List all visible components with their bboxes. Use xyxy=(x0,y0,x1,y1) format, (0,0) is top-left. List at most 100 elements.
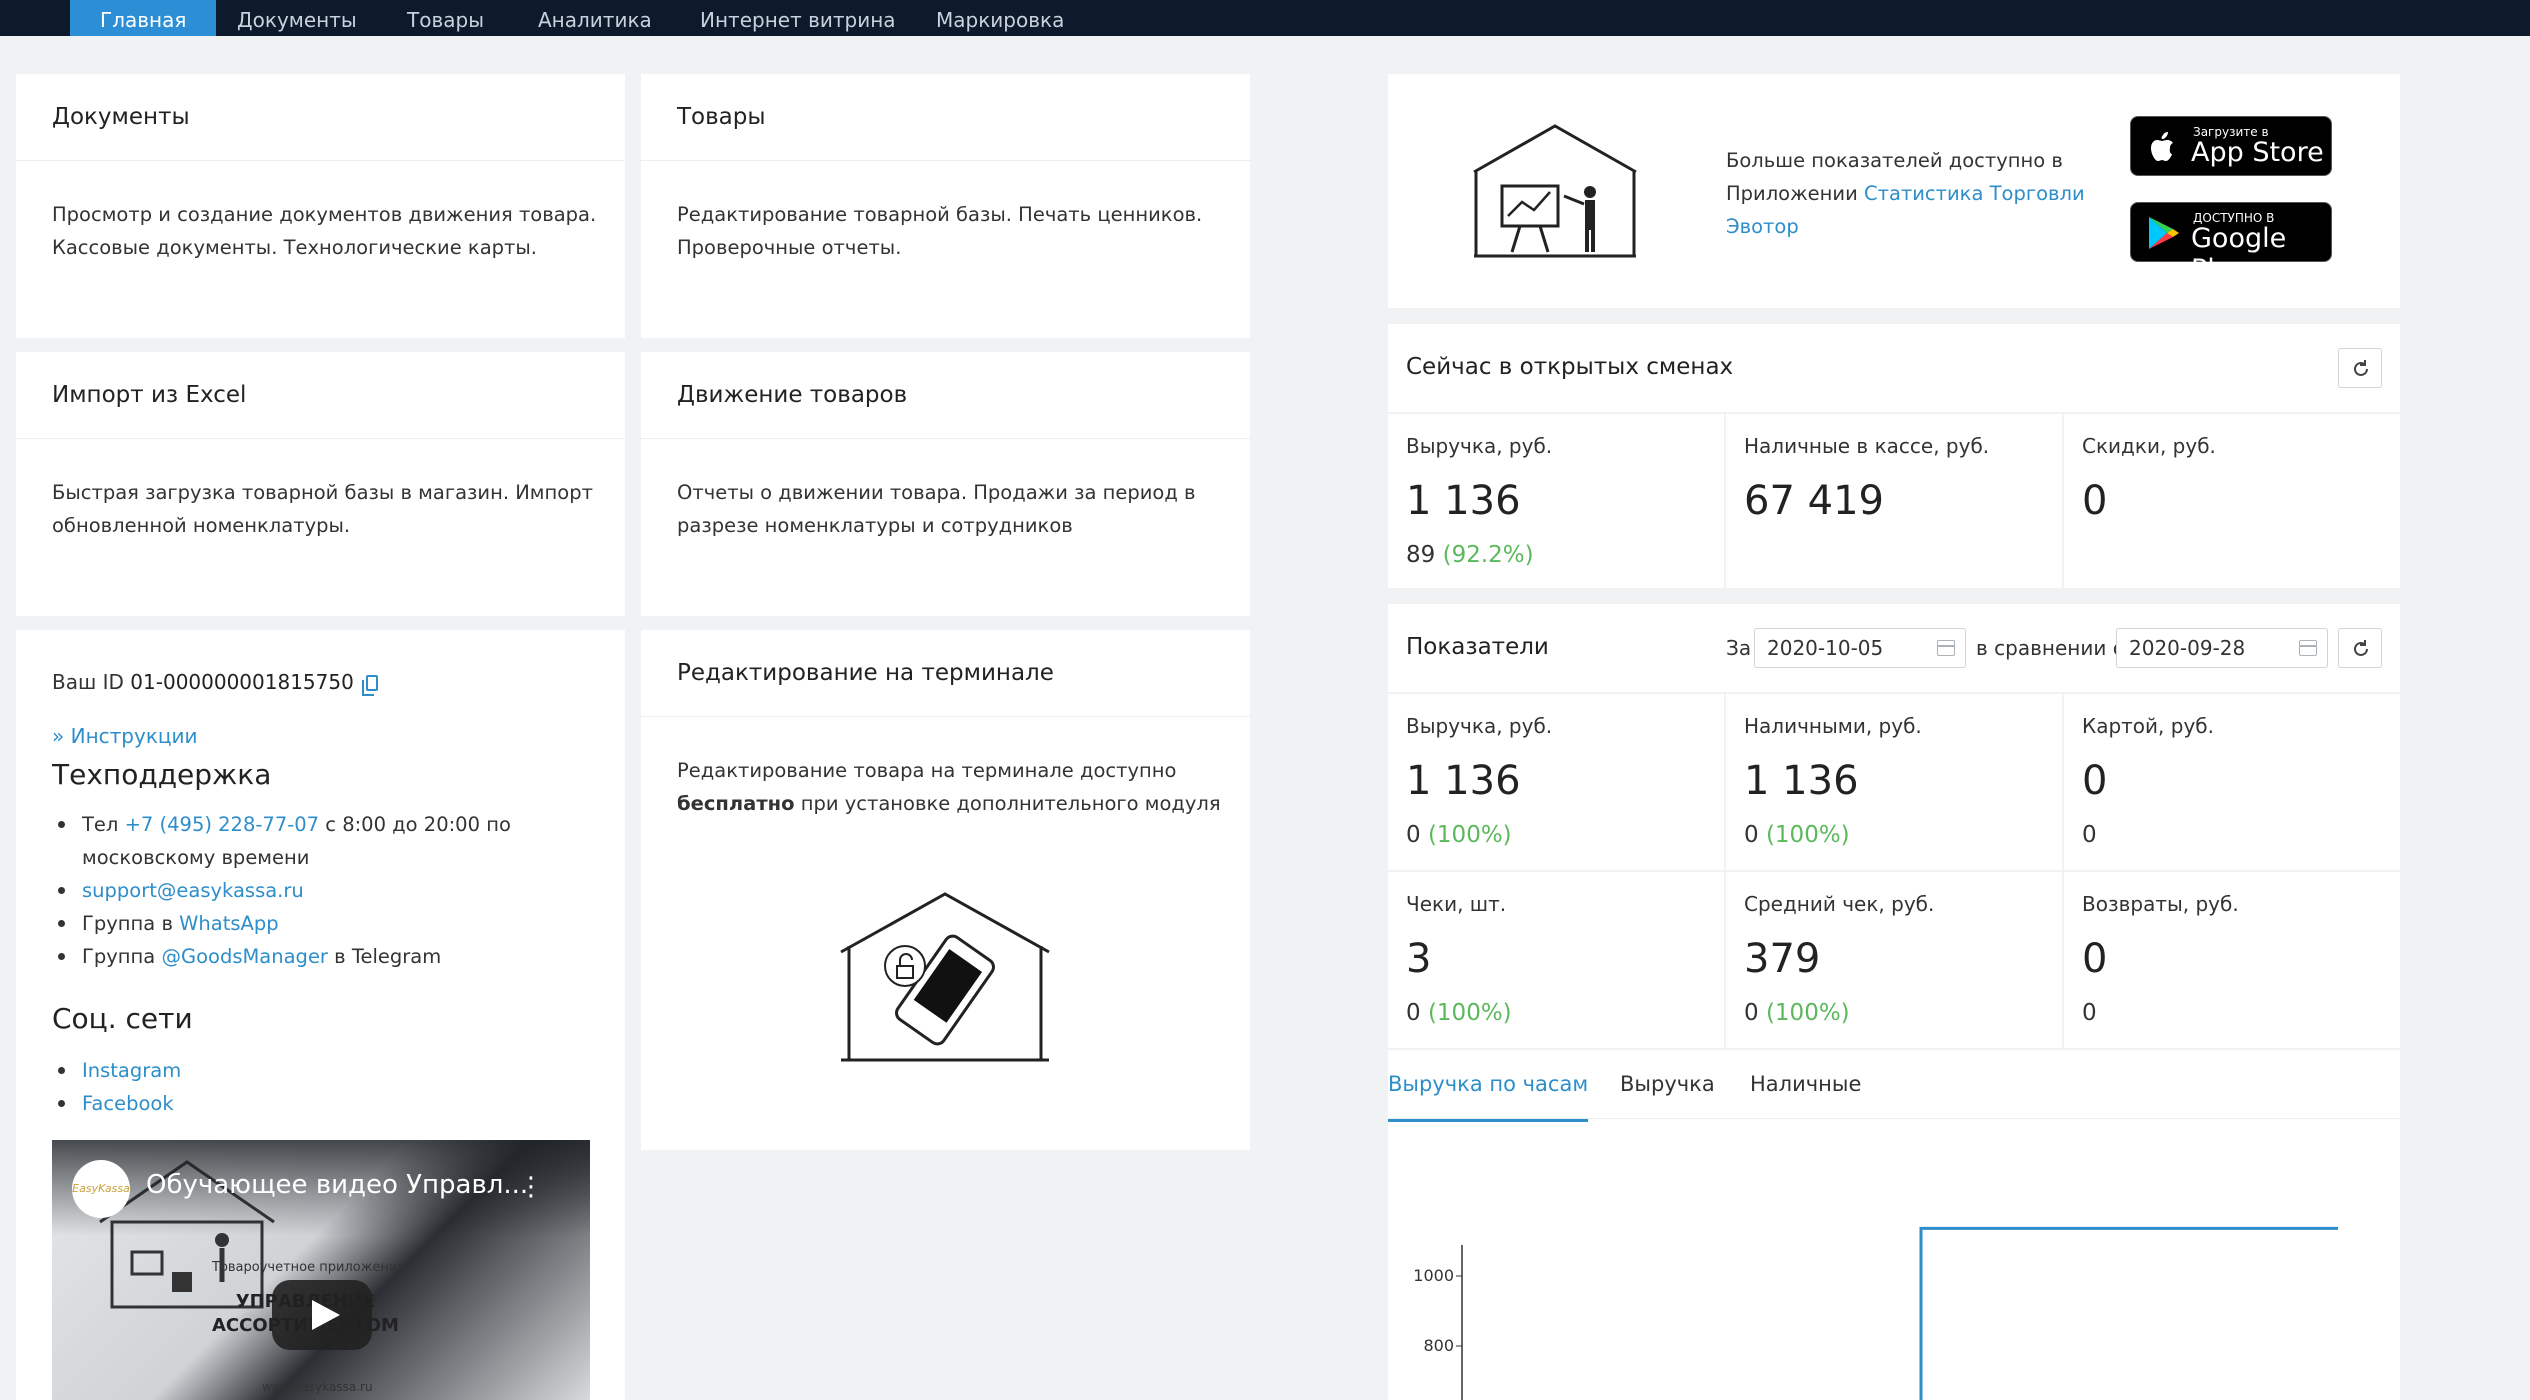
nav-tab-web-store[interactable]: Интернет витрина xyxy=(670,0,926,36)
terminal-editing-card[interactable]: Редактирование на терминале Редактирован… xyxy=(641,630,1250,1150)
calendar-icon[interactable] xyxy=(1937,640,1955,656)
list-item: Instagram xyxy=(52,1054,572,1087)
list-item: Группа в WhatsApp xyxy=(52,907,572,940)
support-card: Ваш ID 01-000000001815750 » Инструкции Т… xyxy=(16,630,625,1400)
metric-label: Наличными, руб. xyxy=(1744,714,1922,738)
indicator-cash-cell: Наличными, руб. 1 136 0 (100%) xyxy=(1726,694,2062,870)
tab-cash[interactable]: Наличные xyxy=(1750,1072,1861,1122)
metric-sub-value: 0 xyxy=(2082,1000,2097,1026)
terminal-house-icon xyxy=(840,892,1050,1062)
metric-sub-percent: (92.2%) xyxy=(1442,542,1534,568)
metric-label: Возвраты, руб. xyxy=(2082,892,2239,916)
social-list: Instagram Facebook xyxy=(52,1054,572,1120)
metric-value: 379 xyxy=(1744,936,1821,982)
revenue-series-line xyxy=(1919,1226,2338,1400)
import-excel-card[interactable]: Импорт из Excel Быстрая загрузка товарно… xyxy=(16,352,625,616)
card-divider xyxy=(641,716,1250,717)
indicators-refresh-button[interactable] xyxy=(2338,628,2382,668)
tab-revenue-by-hour[interactable]: Выручка по часам xyxy=(1388,1072,1589,1122)
more-options-icon[interactable]: ⋮ xyxy=(518,1172,544,1202)
list-item: Тел +7 (495) 228-77-07 с 8:00 до 20:00 п… xyxy=(52,808,572,874)
movement-card-title: Движение товаров xyxy=(677,382,908,408)
documents-card[interactable]: Документы Просмотр и создание документов… xyxy=(16,74,625,338)
calendar-icon[interactable] xyxy=(2299,640,2317,656)
support-contacts-list: Тел +7 (495) 228-77-07 с 8:00 до 20:00 п… xyxy=(52,808,572,973)
user-id-line: Ваш ID 01-000000001815750 xyxy=(52,670,379,696)
video-subtitle-small: Товароучетное приложение xyxy=(212,1260,406,1275)
nav-tab-marking[interactable]: Маркировка xyxy=(906,0,1094,36)
indicator-card-cell: Картой, руб. 0 0 xyxy=(2064,694,2400,870)
facebook-link[interactable]: Facebook xyxy=(82,1092,174,1115)
goods-card-title: Товары xyxy=(677,104,766,130)
training-video-embed[interactable]: EasyKassa Обучающее видео Управл... ⋮ То… xyxy=(52,1140,590,1400)
video-title[interactable]: Обучающее видео Управл... xyxy=(146,1170,528,1200)
card-divider xyxy=(641,438,1250,439)
google-play-icon xyxy=(2149,217,2179,249)
easykassa-logo: EasyKassa xyxy=(72,1160,130,1218)
shift-cash-cell: Наличные в кассе, руб. 67 419 xyxy=(1726,414,2062,588)
goods-card-text: Редактирование товарной базы. Печать цен… xyxy=(677,203,1203,259)
support-title: Техподдержка xyxy=(52,758,272,791)
metric-value: 0 xyxy=(2082,758,2108,804)
instagram-link[interactable]: Instagram xyxy=(82,1059,181,1082)
metric-value: 1 136 xyxy=(1744,758,1859,804)
open-shifts-refresh-button[interactable] xyxy=(2338,348,2382,388)
metric-sub-value: 0 xyxy=(1406,1000,1421,1026)
date-compare-value: 2020-09-28 xyxy=(2129,636,2246,660)
metric-value: 0 xyxy=(2082,936,2108,982)
movement-card-text: Отчеты о движении товара. Продажи за пер… xyxy=(677,481,1196,537)
metric-value: 3 xyxy=(1406,936,1432,982)
indicators-title: Показатели xyxy=(1406,634,1549,660)
card-divider xyxy=(641,160,1250,161)
play-button[interactable] xyxy=(272,1280,372,1350)
compare-label: в сравнении с xyxy=(1976,636,2124,660)
telegram-link[interactable]: @GoodsManager xyxy=(161,945,327,968)
instructions-label: Инструкции xyxy=(70,724,198,748)
import-card-text: Быстрая загрузка товарной базы в магазин… xyxy=(52,481,593,537)
tab-revenue[interactable]: Выручка xyxy=(1620,1072,1715,1122)
refresh-icon xyxy=(2354,360,2368,376)
shift-discounts-cell: Скидки, руб. 0 xyxy=(2064,414,2400,588)
google-play-button[interactable]: ДОСТУПНО В Google Play xyxy=(2130,202,2332,285)
metric-sub: 0 (100%) xyxy=(1406,1000,1512,1026)
metric-sub-percent: (100%) xyxy=(1765,822,1850,848)
app-store-button[interactable]: Загрузите в App Store xyxy=(2130,116,2332,176)
app-promo-card: Больше показателей доступно в Приложении… xyxy=(1388,74,2400,308)
y-tick-label: 800 xyxy=(1423,1336,1454,1355)
metric-value: 67 419 xyxy=(1744,478,1884,524)
top-navigation: Главная Документы Товары Аналитика Интер… xyxy=(0,0,2530,36)
metric-sub-value: 0 xyxy=(1744,1000,1759,1026)
list-item: Facebook xyxy=(52,1087,572,1120)
video-site: www.easykassa.ru xyxy=(262,1380,373,1394)
documents-card-text: Просмотр и создание документов движения … xyxy=(52,203,597,259)
date-from-input[interactable]: 2020-10-05 xyxy=(1754,628,1966,668)
nav-tab-analytics[interactable]: Аналитика xyxy=(508,0,682,36)
nav-tab-home[interactable]: Главная xyxy=(70,0,217,36)
app-promo-text: Больше показателей доступно в Приложении… xyxy=(1726,144,2116,243)
revenue-by-hour-chart: 6008001000 xyxy=(1413,1226,2338,1400)
metric-label: Скидки, руб. xyxy=(2082,434,2216,458)
telegram-prefix: Группа xyxy=(82,945,162,968)
whatsapp-link[interactable]: WhatsApp xyxy=(179,912,279,935)
email-link[interactable]: support@easykassa.ru xyxy=(82,879,304,902)
metric-label: Выручка, руб. xyxy=(1406,714,1553,738)
copy-icon[interactable] xyxy=(362,675,379,696)
import-card-title: Импорт из Excel xyxy=(52,382,247,408)
metric-sub-percent: (100%) xyxy=(1427,822,1512,848)
chart-panel: Выручка по часам Выручка Наличные 600800… xyxy=(1388,1050,2400,1400)
metric-sub-value: 0 xyxy=(1406,822,1421,848)
instructions-link[interactable]: » Инструкции xyxy=(52,724,198,748)
date-compare-input[interactable]: 2020-09-28 xyxy=(2116,628,2328,668)
metric-label: Чеки, шт. xyxy=(1406,892,1507,916)
metric-sub-percent: (100%) xyxy=(1765,1000,1850,1026)
metric-sub-value: 0 xyxy=(2082,822,2097,848)
metric-sub: 89 (92.2%) xyxy=(1406,542,1534,568)
nav-tab-goods[interactable]: Товары xyxy=(377,0,514,36)
goods-card[interactable]: Товары Редактирование товарной базы. Печ… xyxy=(641,74,1250,338)
goods-movement-card[interactable]: Движение товаров Отчеты о движении товар… xyxy=(641,352,1250,616)
nav-tab-documents[interactable]: Документы xyxy=(207,0,387,36)
terminal-text-end: при установке дополнительного модуля xyxy=(794,792,1221,815)
app-store-label: App Store xyxy=(2191,137,2324,168)
open-shifts-title: Сейчас в открытых сменах xyxy=(1406,354,1734,380)
phone-link[interactable]: +7 (495) 228-77-07 xyxy=(125,813,320,836)
